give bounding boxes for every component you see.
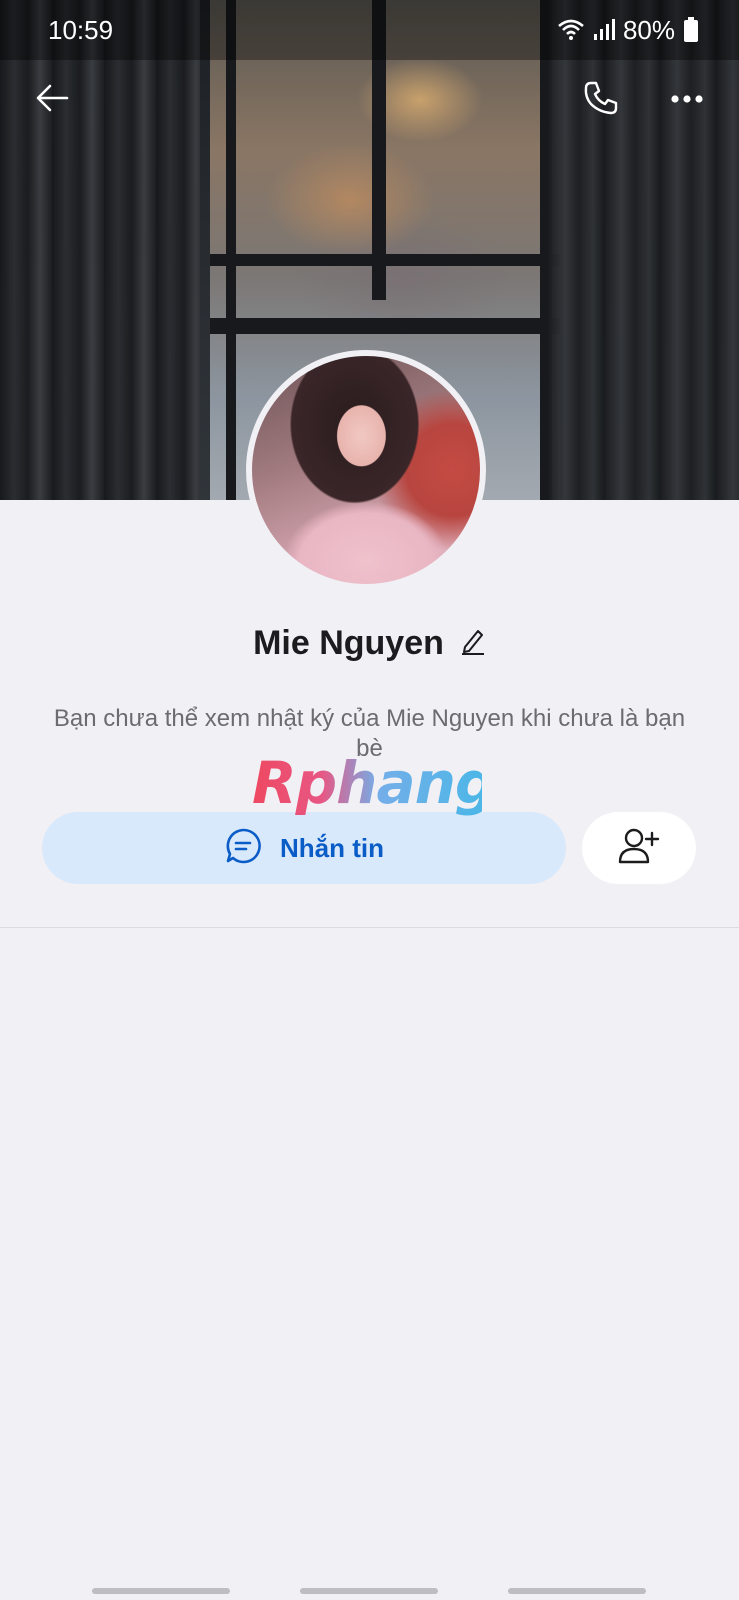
- profile-screen: 10:59 80% Mie Nguyen Bạn chưa thể xem nh…: [0, 0, 739, 1600]
- status-bar: 10:59 80%: [0, 0, 739, 60]
- section-divider: [0, 927, 739, 928]
- wifi-icon: [557, 18, 585, 42]
- pencil-icon: [460, 629, 486, 659]
- message-button-label: Nhắn tin: [280, 832, 384, 863]
- message-button[interactable]: Nhắn tin: [42, 812, 566, 884]
- status-time: 10:59: [48, 14, 114, 45]
- avatar[interactable]: [246, 350, 486, 590]
- back-button[interactable]: [28, 76, 76, 124]
- nav-home-button[interactable]: [300, 1588, 438, 1594]
- signal-icon: [593, 18, 615, 42]
- window-frame: [210, 318, 560, 334]
- top-actions: [577, 76, 711, 124]
- profile-name: Mie Nguyen: [253, 623, 444, 662]
- name-row: Mie Nguyen: [0, 618, 739, 668]
- window-frame: [210, 254, 560, 266]
- top-bar: [0, 68, 739, 132]
- more-options-button[interactable]: [663, 76, 711, 124]
- phone-icon: [583, 80, 619, 121]
- nav-back-button[interactable]: [508, 1588, 646, 1594]
- add-friend-icon: [618, 827, 660, 870]
- watermark-logo: Rphang: [252, 749, 496, 817]
- add-friend-button[interactable]: [582, 812, 696, 884]
- back-arrow-icon: [35, 83, 69, 118]
- system-nav-bar: [0, 1568, 739, 1600]
- call-button[interactable]: [577, 76, 625, 124]
- status-icons: 80%: [557, 15, 699, 46]
- edit-name-button[interactable]: [460, 627, 486, 660]
- nav-recents-button[interactable]: [92, 1588, 230, 1594]
- battery-text: 80%: [622, 14, 675, 45]
- more-options-icon: [671, 91, 703, 109]
- battery-icon: [683, 17, 699, 43]
- chat-bubble-icon: [224, 827, 262, 870]
